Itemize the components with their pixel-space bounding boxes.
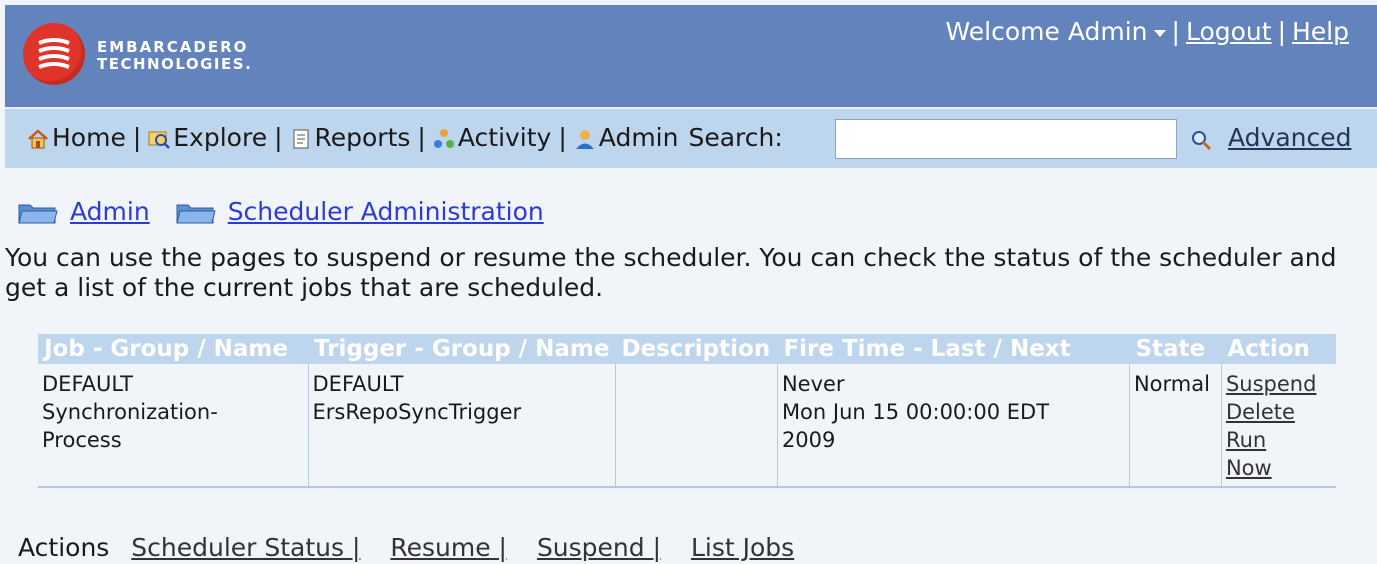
welcome-label: Welcome Admin <box>945 17 1148 46</box>
delete-job-link[interactable]: Delete <box>1226 400 1295 424</box>
nav-home-label: Home <box>52 123 126 152</box>
column-header-description: Description <box>615 334 778 364</box>
logout-link[interactable]: Logout <box>1186 17 1272 46</box>
home-icon <box>27 127 49 149</box>
search-input[interactable] <box>835 119 1177 159</box>
search-icon[interactable] <box>1190 129 1212 155</box>
cell-job: DEFAULT Synchronization- Process <box>38 364 308 488</box>
fire-time-last: Never <box>781 372 845 396</box>
activity-icon <box>433 127 455 149</box>
nav-activity[interactable]: Activity <box>433 123 552 152</box>
help-link[interactable]: Help <box>1292 17 1349 46</box>
suspend-job-link[interactable]: Suspend <box>1226 372 1316 396</box>
column-header-state: State <box>1129 334 1222 364</box>
search-label: Search: <box>688 123 783 152</box>
cell-actions: Suspend Delete Run Now <box>1220 364 1336 488</box>
fire-time-next-line-1: Mon Jun 15 00:00:00 EDT <box>781 400 1050 424</box>
actions-label: Actions <box>18 533 110 562</box>
run-now-link[interactable]: Run <box>1226 428 1266 452</box>
nav-home[interactable]: Home <box>27 123 126 152</box>
cell-fire-time: Never Mon Jun 15 00:00:00 EDT 2009 <box>776 364 1130 488</box>
separator: | <box>558 123 567 152</box>
run-now-link-continued[interactable]: Now <box>1226 456 1272 480</box>
table-header-row: Job - Group / Name Trigger - Group / Nam… <box>38 334 1336 364</box>
app-header: EMBARCADERO TECHNOLOGIES. Welcome Admin |… <box>5 5 1377 107</box>
column-header-job: Job - Group / Name <box>38 334 308 364</box>
resume-link[interactable]: Resume | <box>390 533 507 562</box>
jobs-table: Job - Group / Name Trigger - Group / Nam… <box>38 334 1336 488</box>
separator: | <box>132 123 142 152</box>
trigger-name: ErsRepoSyncTrigger <box>312 400 522 424</box>
logo-line-2: TECHNOLOGIES. <box>97 55 253 73</box>
nav-bar: Home | Explore | Reports | Activity | Ad… <box>5 107 1377 168</box>
nav-activity-label: Activity <box>457 123 552 152</box>
table-row: DEFAULT Synchronization- Process DEFAULT… <box>38 364 1336 488</box>
folder-icon <box>176 201 216 223</box>
explore-icon <box>148 127 171 149</box>
welcome-menu[interactable]: Welcome Admin <box>946 17 1166 46</box>
breadcrumb-item-scheduler: Scheduler Administration <box>176 197 544 226</box>
job-name-line-2: Process <box>42 428 122 452</box>
suspend-link[interactable]: Suspend | <box>537 533 661 562</box>
folder-icon <box>18 201 58 223</box>
reports-icon <box>290 127 312 149</box>
column-header-action: Action <box>1221 334 1336 364</box>
logo-text: EMBARCADERO TECHNOLOGIES. <box>97 39 252 73</box>
cell-state: Normal <box>1128 364 1222 488</box>
advanced-search-link[interactable]: Advanced <box>1228 123 1352 152</box>
nav-admin-label: Admin <box>598 123 679 152</box>
embarcadero-logo-icon <box>23 23 85 85</box>
nav-reports[interactable]: Reports <box>290 123 411 152</box>
job-name-line-1: Synchronization- <box>42 400 218 424</box>
admin-user-icon <box>574 127 596 149</box>
separator: | <box>1171 17 1180 46</box>
job-group: DEFAULT <box>42 372 133 396</box>
separator: | <box>274 123 283 152</box>
nav-items: Home | Explore | Reports | Activity | Ad… <box>27 123 783 152</box>
breadcrumb-link-admin[interactable]: Admin <box>70 197 150 226</box>
cell-description <box>614 364 778 488</box>
nav-admin[interactable]: Admin <box>574 123 679 152</box>
breadcrumb: Admin Scheduler Administration <box>18 197 570 226</box>
logo-line-1: EMBARCADERO <box>97 38 249 56</box>
page-description: You can use the pages to suspend or resu… <box>5 243 1337 302</box>
cell-trigger: DEFAULT ErsRepoSyncTrigger <box>307 364 616 488</box>
column-header-fire-time: Fire Time - Last / Next <box>777 334 1130 364</box>
scheduler-status-link[interactable]: Scheduler Status | <box>131 533 360 562</box>
separator: | <box>417 123 426 152</box>
separator: | <box>1277 17 1286 46</box>
fire-time-next-line-2: 2009 <box>781 428 836 452</box>
list-jobs-link[interactable]: List Jobs <box>691 533 794 562</box>
actions-bar: Actions Scheduler Status | Resume | Susp… <box>18 533 794 562</box>
column-header-trigger: Trigger - Group / Name <box>308 334 616 364</box>
user-links: Welcome Admin | Logout | Help <box>946 17 1349 46</box>
breadcrumb-link-scheduler-administration[interactable]: Scheduler Administration <box>228 197 544 226</box>
trigger-group: DEFAULT <box>312 372 404 396</box>
chevron-down-icon <box>1153 29 1166 37</box>
nav-explore[interactable]: Explore <box>148 123 267 152</box>
breadcrumb-item-admin: Admin <box>18 197 150 226</box>
nav-explore-label: Explore <box>173 123 268 152</box>
nav-reports-label: Reports <box>314 123 411 152</box>
